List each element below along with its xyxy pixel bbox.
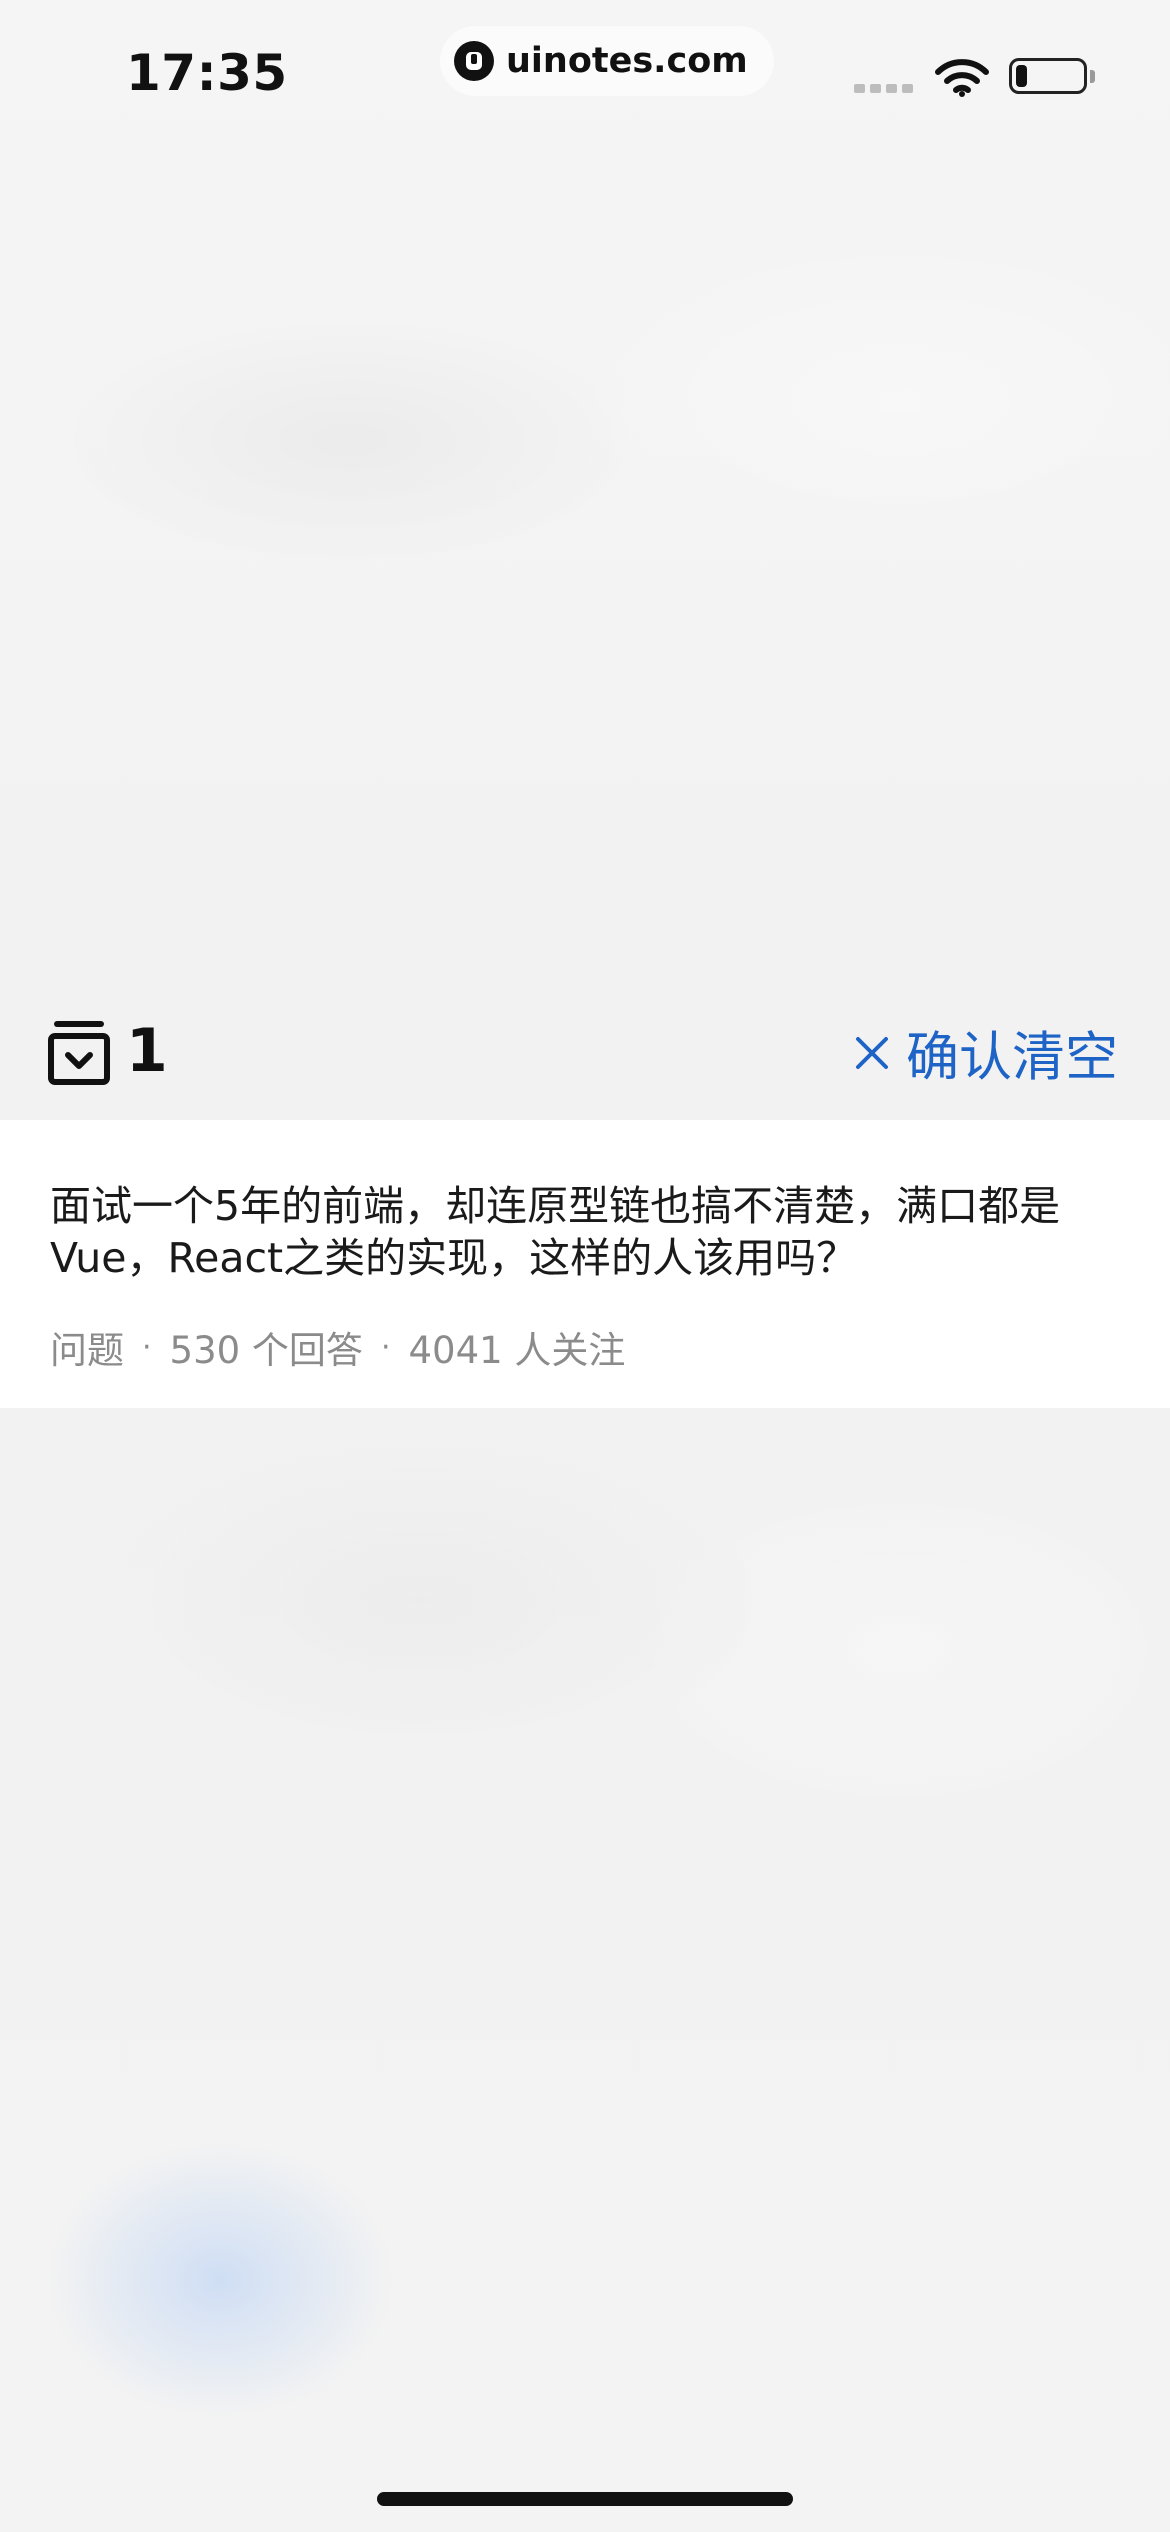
answer-count: 530 个回答 — [169, 1329, 363, 1372]
question-card[interactable]: 面试一个5年的前端，却连原型链也搞不清楚，满口都是Vue，React之类的实现，… — [0, 1120, 1170, 1408]
selected-count: 1 — [126, 1016, 168, 1086]
battery-icon — [1009, 58, 1087, 94]
close-icon — [856, 1037, 888, 1069]
cellular-signal-icon — [854, 84, 913, 93]
home-indicator[interactable] — [377, 2492, 793, 2506]
confirm-clear-button[interactable]: 确认清空 — [854, 1018, 1118, 1088]
archive-box-icon — [48, 1021, 110, 1085]
separator-dot: · — [142, 1329, 152, 1365]
follower-count: 4041 人关注 — [408, 1329, 626, 1372]
clear-bar: 1 确认清空 — [0, 1000, 1170, 1120]
url-text: uinotes.com — [506, 41, 748, 81]
status-bar: 17:35 uinotes.com — [0, 0, 1170, 150]
separator-dot: · — [380, 1329, 391, 1365]
battery-cap — [1090, 70, 1095, 83]
question-meta: 问题 · 530 个回答 · 4041 人关注 — [50, 1320, 625, 1374]
item-type: 问题 — [50, 1329, 124, 1372]
status-time: 17:35 — [126, 44, 288, 102]
wifi-icon — [935, 59, 989, 97]
question-title: 面试一个5年的前端，却连原型链也搞不清楚，满口都是Vue，React之类的实现，… — [50, 1182, 1061, 1282]
site-logo-icon — [454, 41, 494, 81]
url-pill[interactable]: uinotes.com — [440, 26, 774, 96]
confirm-clear-label: 确认清空 — [906, 1027, 1118, 1088]
